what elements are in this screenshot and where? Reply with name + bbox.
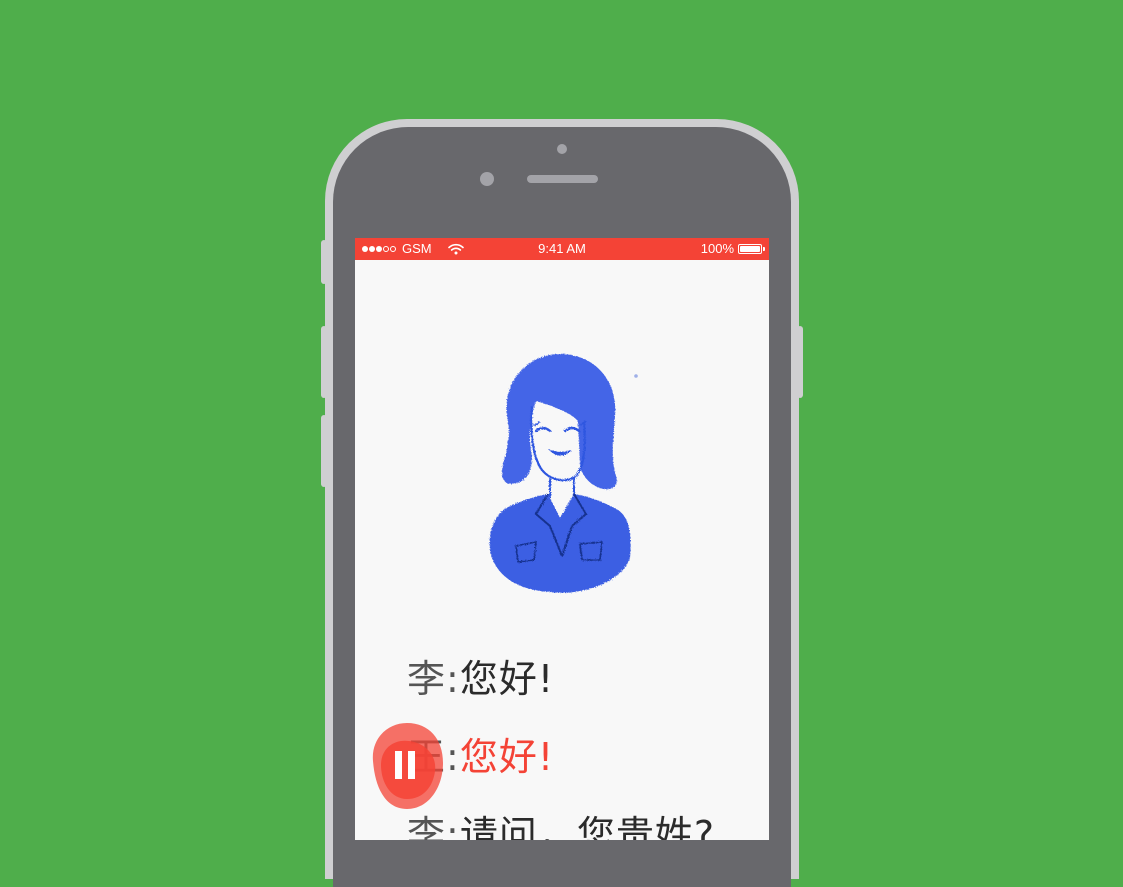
earpiece-speaker bbox=[527, 175, 598, 183]
battery-level bbox=[740, 245, 760, 252]
app-screen: GSM 9:41 AM 100% 李:您好! 您好! 李:请问，您贵姓? bbox=[355, 238, 769, 840]
utterance-text: 您好! bbox=[459, 657, 555, 701]
status-right: 100% bbox=[700, 241, 765, 256]
speaker-name: 李: bbox=[407, 657, 460, 701]
utterance-text: 请问，您贵姓? bbox=[459, 813, 715, 840]
front-camera bbox=[480, 172, 494, 186]
dialogue-line[interactable]: 李:请问，您贵姓? bbox=[407, 816, 715, 840]
speaker-name: 李: bbox=[407, 813, 460, 840]
mute-switch bbox=[321, 240, 327, 284]
battery-icon bbox=[738, 243, 765, 254]
woman-portrait-illustration bbox=[489, 354, 638, 593]
volume-down-button bbox=[321, 415, 327, 487]
proximity-sensor bbox=[557, 144, 567, 154]
dialogue-line[interactable]: 李:您好! bbox=[407, 660, 554, 698]
speck bbox=[634, 374, 638, 378]
portrait-drawing bbox=[489, 354, 631, 593]
power-button bbox=[797, 326, 803, 398]
volume-up-button bbox=[321, 326, 327, 398]
battery-percentage: 100% bbox=[700, 241, 734, 256]
pause-button[interactable] bbox=[367, 721, 447, 811]
utterance-text-active: 您好! bbox=[459, 735, 555, 779]
status-bar: GSM 9:41 AM 100% bbox=[355, 238, 769, 260]
